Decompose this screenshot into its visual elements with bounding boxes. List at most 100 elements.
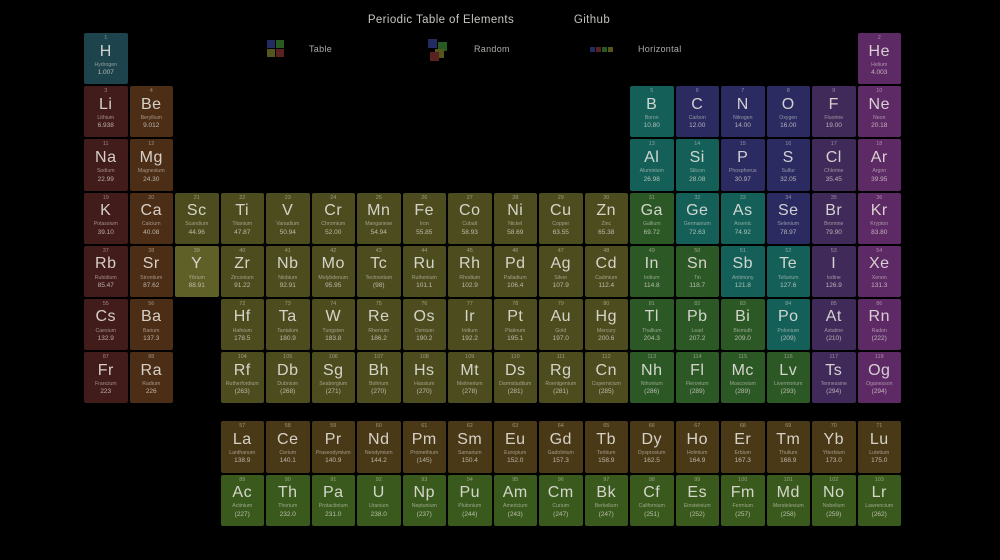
element-cell-ge[interactable]: 32 Ge Germanium 72.63 <box>675 192 719 244</box>
element-cell-tc[interactable]: 43 Tc Technetium (98) <box>357 245 401 297</box>
element-cell-pt[interactable]: 78 Pt Platinum 195.1 <box>493 298 537 351</box>
element-cell-cn[interactable]: 112 Cn Copernicium (285) <box>584 352 628 404</box>
element-cell-he[interactable]: 2 He Helium 4.003 <box>857 33 901 85</box>
element-cell-w[interactable]: 74 W Tungsten 183.8 <box>311 298 355 351</box>
element-cell-br[interactable]: 35 Br Bromine 79.90 <box>812 192 856 244</box>
element-cell-fe[interactable]: 26 Fe Iron 55.85 <box>402 192 446 244</box>
element-cell-re[interactable]: 75 Re Rhenium 186.2 <box>357 298 401 351</box>
github-link[interactable]: Github <box>574 14 610 26</box>
element-cell-os[interactable]: 76 Os Osmium 190.2 <box>402 298 446 351</box>
element-cell-cr[interactable]: 24 Cr Chromium 52.00 <box>311 192 355 244</box>
element-cell-v[interactable]: 23 V Vanadium 50.94 <box>266 192 310 244</box>
element-cell-md[interactable]: 101 Md Mendelevium (258) <box>766 474 810 526</box>
element-cell-np[interactable]: 93 Np Neptunium (237) <box>402 474 446 526</box>
element-cell-no[interactable]: 102 No Nobelium (259) <box>812 474 856 526</box>
element-cell-mn[interactable]: 25 Mn Manganese 54.94 <box>357 192 401 244</box>
element-cell-ac[interactable]: 89 Ac Actinium (227) <box>220 474 264 526</box>
element-cell-pb[interactable]: 82 Pb Lead 207.2 <box>675 298 719 351</box>
element-cell-s[interactable]: 16 S Sulfur 32.05 <box>766 139 810 191</box>
element-cell-ra[interactable]: 88 Ra Radium 226 <box>129 352 173 404</box>
element-cell-fr[interactable]: 87 Fr Francium 223 <box>84 352 128 404</box>
element-cell-er[interactable]: 68 Er Erbium 167.3 <box>721 421 765 473</box>
element-cell-li[interactable]: 3 Li Lithium 6.938 <box>84 86 128 138</box>
element-cell-fm[interactable]: 100 Fm Fermium (257) <box>721 474 765 526</box>
element-cell-b[interactable]: 5 B Boron 10.80 <box>630 86 674 138</box>
element-cell-as[interactable]: 33 As Arsenic 74.92 <box>721 192 765 244</box>
element-cell-yb[interactable]: 70 Yb Ytterbium 173.0 <box>812 421 856 473</box>
element-cell-tm[interactable]: 69 Tm Thulium 168.9 <box>766 421 810 473</box>
element-cell-pr[interactable]: 59 Pr Praseodymium 140.9 <box>311 421 355 473</box>
element-cell-pd[interactable]: 46 Pd Palladium 106.4 <box>493 245 537 297</box>
element-cell-lu[interactable]: 71 Lu Lutetium 175.0 <box>857 421 901 473</box>
element-cell-ta[interactable]: 73 Ta Tantalum 180.9 <box>266 298 310 351</box>
element-cell-sn[interactable]: 50 Sn Tin 118.7 <box>675 245 719 297</box>
element-cell-th[interactable]: 90 Th Thorium 232.0 <box>266 474 310 526</box>
element-cell-sm[interactable]: 62 Sm Samarium 150.4 <box>448 421 492 473</box>
element-cell-mt[interactable]: 109 Mt Meitnerium (278) <box>448 352 492 404</box>
element-cell-nb[interactable]: 41 Nb Niobium 92.91 <box>266 245 310 297</box>
element-cell-ne[interactable]: 10 Ne Neon 20.18 <box>857 86 901 138</box>
element-cell-u[interactable]: 92 U Uranium 238.0 <box>357 474 401 526</box>
element-cell-rn[interactable]: 86 Rn Radon (222) <box>857 298 901 351</box>
element-cell-in[interactable]: 49 In Indium 114.8 <box>630 245 674 297</box>
element-cell-cf[interactable]: 98 Cf Californium (251) <box>630 474 674 526</box>
element-cell-dy[interactable]: 66 Dy Dysprosium 162.5 <box>630 421 674 473</box>
element-cell-rb[interactable]: 37 Rb Rubidium 85.47 <box>84 245 128 297</box>
element-cell-zn[interactable]: 30 Zn Zinc 65.38 <box>584 192 628 244</box>
element-cell-cm[interactable]: 96 Cm Curium (247) <box>539 474 583 526</box>
element-cell-sr[interactable]: 38 Sr Strontium 87.62 <box>129 245 173 297</box>
element-cell-be[interactable]: 4 Be Beryllium 9.012 <box>129 86 173 138</box>
element-cell-lr[interactable]: 103 Lr Lawrencium (262) <box>857 474 901 526</box>
element-cell-db[interactable]: 105 Db Dubnium (268) <box>266 352 310 404</box>
element-cell-pa[interactable]: 91 Pa Protactinium 231.0 <box>311 474 355 526</box>
element-cell-eu[interactable]: 63 Eu Europium 152.0 <box>493 421 537 473</box>
element-cell-og[interactable]: 118 Og Oganesson (294) <box>857 352 901 404</box>
element-cell-am[interactable]: 95 Am Americium (243) <box>493 474 537 526</box>
element-cell-zr[interactable]: 40 Zr Zirconium 91.22 <box>220 245 264 297</box>
element-cell-ba[interactable]: 56 Ba Barium 137.3 <box>129 298 173 351</box>
element-cell-y[interactable]: 39 Y Yttrium 88.91 <box>175 245 219 297</box>
element-cell-n[interactable]: 7 N Nitrogen 14.00 <box>721 86 765 138</box>
element-cell-na[interactable]: 11 Na Sodium 22.99 <box>84 139 128 191</box>
element-cell-co[interactable]: 27 Co Cobalt 58.93 <box>448 192 492 244</box>
element-cell-ru[interactable]: 44 Ru Ruthenium 101.1 <box>402 245 446 297</box>
element-cell-rg[interactable]: 111 Rg Roentgenium (281) <box>539 352 583 404</box>
element-cell-xe[interactable]: 54 Xe Xenon 131.3 <box>857 245 901 297</box>
element-cell-ts[interactable]: 117 Ts Tennessine (294) <box>812 352 856 404</box>
element-cell-tl[interactable]: 81 Tl Thallium 204.3 <box>630 298 674 351</box>
element-cell-ds[interactable]: 110 Ds Darmstadtium (281) <box>493 352 537 404</box>
element-cell-hg[interactable]: 80 Hg Mercury 200.6 <box>584 298 628 351</box>
element-cell-pu[interactable]: 94 Pu Plutonium (244) <box>448 474 492 526</box>
element-cell-si[interactable]: 14 Si Silicon 28.08 <box>675 139 719 191</box>
element-cell-ce[interactable]: 58 Ce Cerium 140.1 <box>266 421 310 473</box>
element-cell-bh[interactable]: 107 Bh Bohrium (270) <box>357 352 401 404</box>
element-cell-la[interactable]: 57 La Lanthanum 138.9 <box>220 421 264 473</box>
element-cell-kr[interactable]: 36 Kr Krypton 83.80 <box>857 192 901 244</box>
element-cell-es[interactable]: 99 Es Einsteinium (252) <box>675 474 719 526</box>
element-cell-sg[interactable]: 106 Sg Seaborgium (271) <box>311 352 355 404</box>
element-cell-tb[interactable]: 65 Tb Terbium 158.9 <box>584 421 628 473</box>
element-cell-ag[interactable]: 47 Ag Silver 107.9 <box>539 245 583 297</box>
element-cell-lv[interactable]: 116 Lv Livermorium (293) <box>766 352 810 404</box>
element-cell-at[interactable]: 85 At Astatine (210) <box>812 298 856 351</box>
element-cell-ir[interactable]: 77 Ir Iridium 192.2 <box>448 298 492 351</box>
element-cell-h[interactable]: 1 H Hydrogen 1.007 <box>84 33 128 85</box>
element-cell-fl[interactable]: 114 Fl Flerovium (289) <box>675 352 719 404</box>
element-cell-al[interactable]: 13 Al Aluminium 26.98 <box>630 139 674 191</box>
element-cell-bi[interactable]: 83 Bi Bismuth 209.0 <box>721 298 765 351</box>
element-cell-i[interactable]: 53 I Iodine 126.9 <box>812 245 856 297</box>
element-cell-bk[interactable]: 97 Bk Berkelium (247) <box>584 474 628 526</box>
element-cell-ca[interactable]: 20 Ca Calcium 40.08 <box>129 192 173 244</box>
element-cell-nh[interactable]: 113 Nh Nihonium (286) <box>630 352 674 404</box>
element-cell-sc[interactable]: 21 Sc Scandium 44.96 <box>175 192 219 244</box>
element-cell-se[interactable]: 34 Se Selenium 78.97 <box>766 192 810 244</box>
element-cell-c[interactable]: 6 C Carbon 12.00 <box>675 86 719 138</box>
element-cell-rf[interactable]: 104 Rf Rutherfordium (263) <box>220 352 264 404</box>
element-cell-ho[interactable]: 67 Ho Holmium 164.9 <box>675 421 719 473</box>
element-cell-cu[interactable]: 29 Cu Copper 63.55 <box>539 192 583 244</box>
element-cell-nd[interactable]: 60 Nd Neodymium 144.2 <box>357 421 401 473</box>
element-cell-p[interactable]: 15 P Phosphorus 30.97 <box>721 139 765 191</box>
element-cell-rh[interactable]: 45 Rh Rhodium 102.9 <box>448 245 492 297</box>
element-cell-k[interactable]: 19 K Potassium 39.10 <box>84 192 128 244</box>
element-cell-po[interactable]: 84 Po Polonium (209) <box>766 298 810 351</box>
